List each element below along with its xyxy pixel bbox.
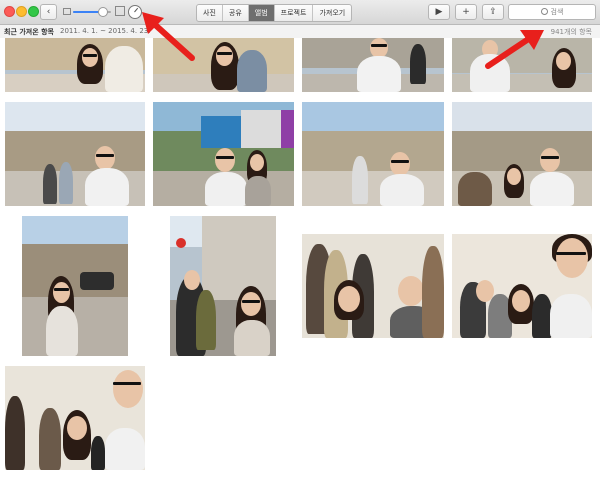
tab-albums[interactable]: 앨범 <box>248 5 275 21</box>
zoom-slider[interactable] <box>63 5 125 19</box>
photo-thumbnail[interactable] <box>22 216 128 356</box>
small-thumbnail-icon <box>63 8 71 15</box>
photo-grid <box>0 38 600 483</box>
share-button[interactable]: ⇪ <box>482 4 504 20</box>
photo-thumbnail[interactable] <box>5 366 145 470</box>
photo-thumbnail[interactable] <box>5 38 145 92</box>
chevron-left-icon: ‹ <box>46 7 51 17</box>
search-placeholder: 검색 <box>550 8 564 16</box>
photo-thumbnail[interactable] <box>452 102 592 206</box>
view-segmented-control: 사진 공유 앨범 프로젝트 가져오기 <box>196 4 353 22</box>
add-icon: + <box>462 7 470 17</box>
photo-thumbnail[interactable] <box>153 102 294 206</box>
album-item-count: 941개의 항목 <box>550 28 592 36</box>
search-input[interactable]: 검색 <box>508 4 596 20</box>
tab-shared[interactable]: 공유 <box>223 5 249 21</box>
large-thumbnail-icon <box>115 6 125 16</box>
play-icon: ▶ <box>435 7 443 17</box>
search-icon <box>540 8 548 15</box>
photos-window: ‹ 사진 공유 앨범 프로젝트 가져오기 ▶ + ⇪ 검색 최근 가져온 항목 … <box>0 0 600 483</box>
minimize-button[interactable] <box>16 6 27 17</box>
photo-thumbnail[interactable] <box>452 234 592 338</box>
photo-thumbnail[interactable] <box>302 102 444 206</box>
back-button[interactable]: ‹ <box>40 4 57 20</box>
tab-import[interactable]: 가져오기 <box>313 5 351 21</box>
photo-thumbnail[interactable] <box>302 234 444 338</box>
slideshow-button[interactable]: ▶ <box>428 4 450 20</box>
photo-thumbnail[interactable] <box>302 38 444 92</box>
photo-thumbnail[interactable] <box>170 216 276 356</box>
annotation-arrow-right <box>485 30 544 69</box>
tab-projects[interactable]: 프로젝트 <box>275 5 314 21</box>
album-date-range: 2011. 4. 1. ~ 2015. 4. 23. <box>60 27 151 35</box>
close-button[interactable] <box>4 6 15 17</box>
zoom-slider-knob[interactable] <box>97 7 108 17</box>
annotation-arrow-left <box>142 12 195 61</box>
photo-thumbnail[interactable] <box>5 102 145 206</box>
zoom-slider-track[interactable] <box>73 7 111 17</box>
album-title: 최근 가져온 항목 <box>4 28 54 36</box>
maximize-button[interactable] <box>28 6 39 17</box>
add-button[interactable]: + <box>455 4 477 20</box>
share-icon: ⇪ <box>489 7 497 17</box>
tab-photos[interactable]: 사진 <box>197 5 223 21</box>
toolbar: ‹ 사진 공유 앨범 프로젝트 가져오기 ▶ + ⇪ 검색 <box>0 0 600 25</box>
